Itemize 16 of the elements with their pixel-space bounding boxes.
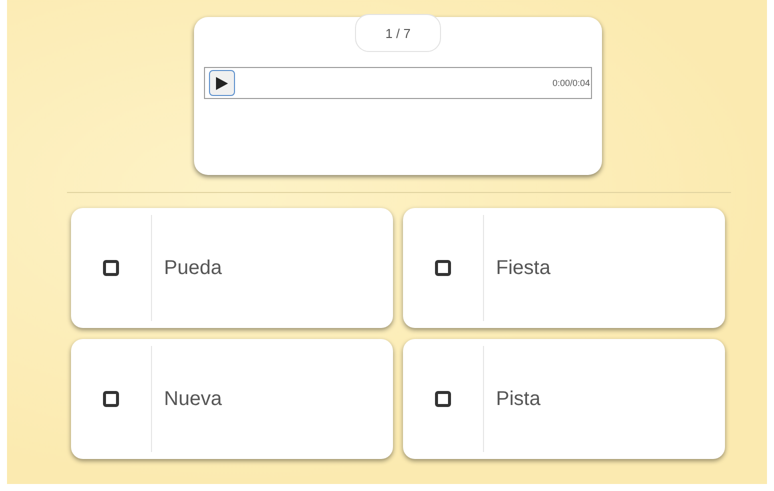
checkbox[interactable] [103,391,119,407]
audio-time: 0:00/0:04 [552,78,590,88]
answer-option[interactable]: Nueva [71,339,393,459]
answer-label: Nueva [164,388,222,410]
answer-option[interactable]: Fiesta [403,208,725,328]
play-icon [216,76,228,90]
play-button[interactable] [209,70,235,96]
checkbox[interactable] [435,391,451,407]
answer-label: Pista [496,388,540,410]
answer-option[interactable]: Pueda [71,208,393,328]
answer-label: Fiesta [496,256,550,280]
checkbox[interactable] [103,260,119,276]
answer-option[interactable]: Pista [403,339,725,459]
question-counter: 1 / 7 [355,14,441,52]
answer-label: Pueda [164,256,222,280]
checkbox[interactable] [435,260,451,276]
